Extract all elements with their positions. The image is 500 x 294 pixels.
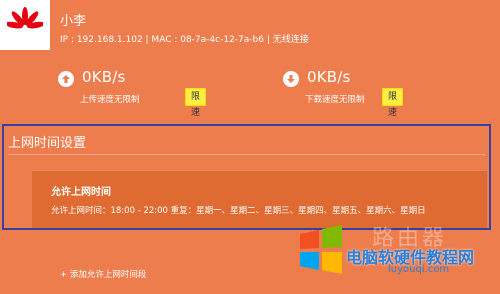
- huawei-logo: [0, 0, 50, 50]
- download-arrow-icon: [283, 71, 299, 87]
- download-speed-label: 下载速度无限制: [305, 95, 365, 105]
- upload-speed-label: 上传速度无限制: [80, 95, 140, 105]
- download-limit-button[interactable]: 限速: [382, 88, 404, 118]
- upload-arrow-icon: [58, 71, 74, 87]
- download-speed-value: 0KB/s: [307, 68, 351, 86]
- section-divider: [8, 154, 485, 155]
- device-info: IP : 192.168.1.102 | MAC : 08-7a-4c-12-7…: [60, 35, 309, 45]
- watermark-url: luyouqi.com: [388, 264, 450, 275]
- upload-limit-button[interactable]: 限速: [185, 88, 207, 118]
- upload-speed-value: 0KB/s: [82, 68, 126, 86]
- time-rule-title: 允许上网时间: [51, 187, 111, 198]
- device-name: 小李: [60, 14, 87, 29]
- section-title: 上网时间设置: [8, 136, 87, 151]
- add-time-rule-link[interactable]: + 添加允许上网时间段: [60, 268, 146, 280]
- watermark: 路由器 电脑软硬件教程网 luyouqi.com: [292, 210, 500, 294]
- windows-flag-icon: [298, 224, 344, 280]
